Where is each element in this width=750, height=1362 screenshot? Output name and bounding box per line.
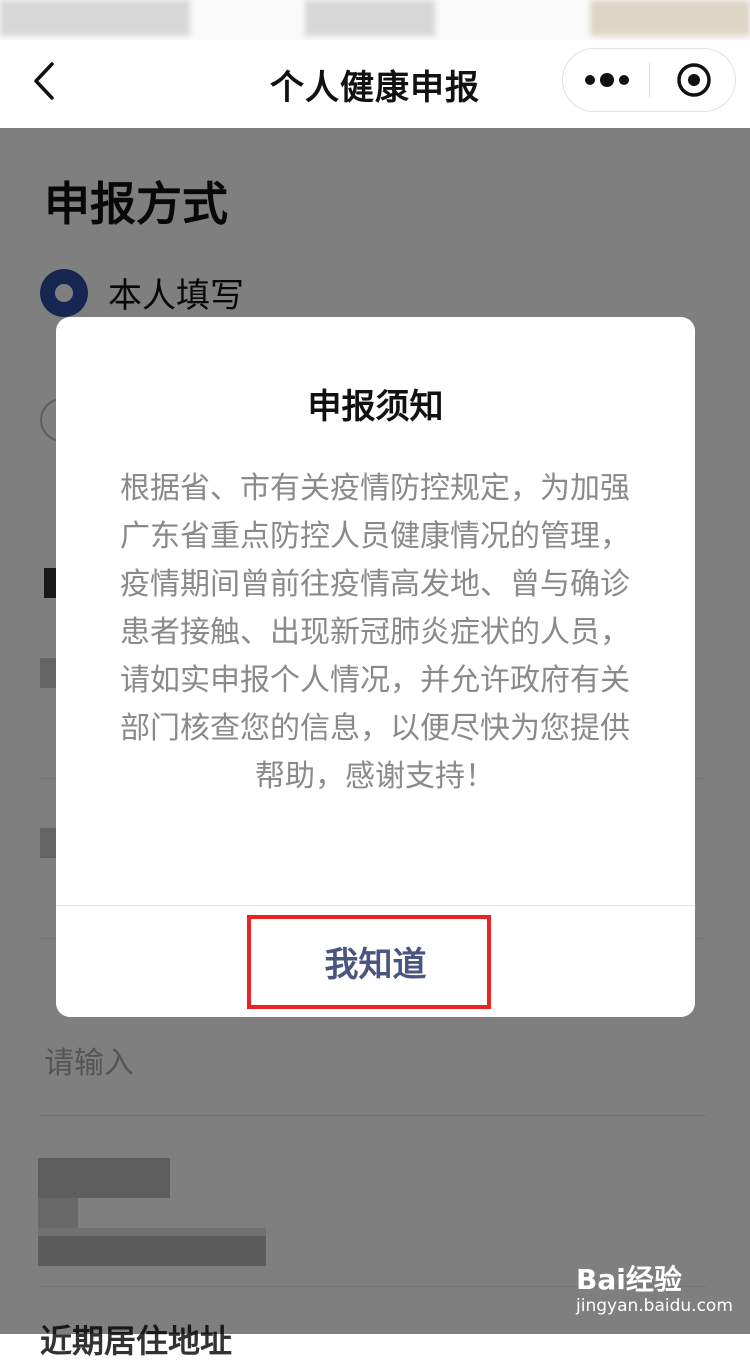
dialog-body: 根据省、市有关疫情防控规定，为加强广东省重点防控人员健康情况的管理，疫情期间曾前… xyxy=(120,471,630,794)
mini-program-capsule xyxy=(562,48,736,112)
more-dots-icon xyxy=(618,75,629,85)
close-button[interactable] xyxy=(651,49,737,111)
status-bar xyxy=(0,0,750,40)
target-close-icon xyxy=(677,63,711,97)
highlight-annotation xyxy=(247,915,491,1009)
blurred-status-area xyxy=(0,0,190,36)
more-dots-icon xyxy=(584,75,595,85)
blurred-status-area xyxy=(590,0,750,36)
watermark-brand: Bai经验 xyxy=(576,1263,682,1296)
dialog-title: 申报须知 xyxy=(307,387,444,427)
notice-dialog: 申报须知 根据省、市有关疫情防控规定，为加强广东省重点防控人员健康情况的管理，疫… xyxy=(56,317,695,1017)
blurred-status-area xyxy=(305,0,435,36)
more-button[interactable] xyxy=(563,49,650,111)
watermark-url: jingyan.baidu.com xyxy=(576,1296,733,1316)
navigation-bar: 个人健康申报 xyxy=(0,40,750,128)
baidu-jingyan-watermark: Bai经验 jingyan.baidu.com xyxy=(576,1258,733,1316)
capsule-divider xyxy=(649,63,650,97)
more-dots-icon xyxy=(599,73,614,87)
